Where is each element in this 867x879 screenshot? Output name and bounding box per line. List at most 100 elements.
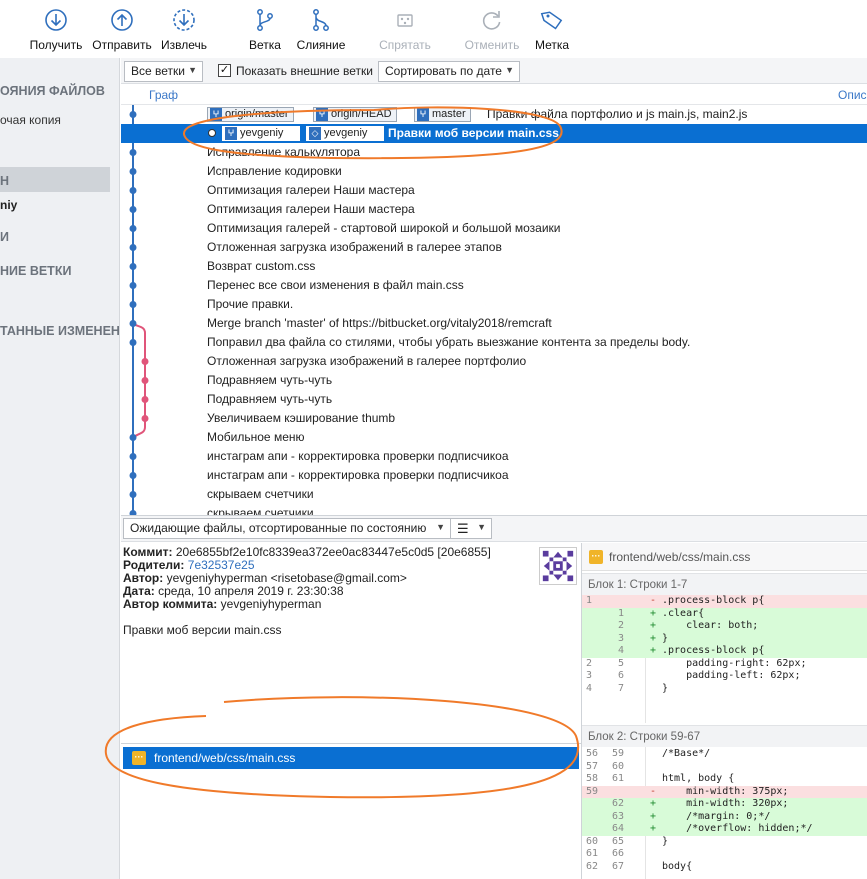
diff-sign: + — [650, 810, 657, 822]
commit-row[interactable]: Прочие правки. — [121, 295, 867, 314]
sidebar-stashes[interactable]: ТАННЫЕ ИЗМЕНЕН — [0, 324, 119, 338]
commit-details: Коммит: 20e6855bf2e10fc8339ea372ee0ac834… — [121, 543, 581, 743]
diff-new: 59 — [611, 748, 624, 759]
commit-row[interactable]: Мобильное меню — [121, 428, 867, 447]
commit-row[interactable]: Merge branch 'master' of https://bitbuck… — [121, 314, 867, 333]
commit-message: Поправил два файла со стилями, чтобы убр… — [207, 335, 691, 349]
diff-text: /*overflow: hidden;*/ — [662, 823, 813, 834]
diff-text: } — [662, 682, 669, 694]
branch-tag[interactable]: ⵖ yevgeniy — [222, 126, 300, 141]
date-label: Дата: — [123, 584, 155, 598]
tag-icon — [540, 11, 563, 30]
show-remote-checkbox[interactable]: ✓ — [218, 64, 231, 77]
sort-dropdown-value: Сортировать по дате — [385, 64, 502, 78]
diff-new: 60 — [611, 760, 624, 772]
commit-row-selected[interactable]: ⵖ yevgeniy ◇ yevgeniy Правки моб версии ma… — [121, 124, 867, 143]
sidebar-branches[interactable]: H — [0, 174, 9, 188]
commit-hash: 20e6855bf2e10fc8339ea372ee0ac83447e5c0d5… — [175, 545, 491, 559]
commit-row[interactable]: инстаграм апи - корректировка проверки п… — [121, 466, 867, 485]
discard-button[interactable]: Отменить — [462, 8, 522, 52]
diff-old: 57 — [586, 760, 599, 772]
commit-row[interactable]: Исправление кодировки — [121, 162, 867, 181]
diff-sign: + — [650, 823, 657, 834]
diff-text: min-width: 375px; — [662, 785, 789, 797]
commit-row[interactable]: Оптимизация галерей - стартовой широкой … — [121, 219, 867, 238]
pending-files-dropdown[interactable]: Ожидающие файлы, отсортированные по сост… — [123, 518, 451, 539]
commit-row[interactable]: Подравняем чуть-чуть — [121, 371, 867, 390]
sidebar-remote-branches[interactable]: НИЕ ВЕТКИ — [0, 264, 71, 278]
sidebar-item-current-branch[interactable]: niy — [0, 198, 17, 212]
merge-button[interactable]: Слияние — [294, 8, 348, 52]
commit-row[interactable]: Увеличиваем кэширование thumb — [121, 409, 867, 428]
file-row-selected[interactable]: ··· frontend/web/css/main.css — [123, 747, 579, 769]
commit-row[interactable]: ⵖ origin/master ⵖ origin/HEAD ⵖ master Прав… — [121, 105, 867, 124]
diff-line: 4 + .process-block p{ — [582, 645, 867, 658]
commit-row[interactable]: Перенес все свои изменения в файл main.c… — [121, 276, 867, 295]
branch-tag[interactable]: ⵖ origin/master — [207, 107, 294, 122]
diff-text: .process-block p{ — [662, 595, 765, 606]
commit-row[interactable]: скрываем счетчики — [121, 485, 867, 504]
tag-button[interactable]: Метка — [532, 8, 572, 52]
changed-files-list: ··· frontend/web/css/main.css — [121, 743, 581, 879]
diff-new: 1 — [617, 607, 624, 619]
commit-row[interactable]: скрываем счетчики — [121, 504, 867, 515]
diff-line: 56 59 /*Base*/ — [582, 748, 867, 761]
tag-label: yevgeniy — [240, 127, 284, 139]
diff-text: clear: both; — [662, 620, 759, 631]
author-value: yevgeniyhyperman <risetobase@gmail.com> — [166, 571, 407, 585]
remote-tag[interactable]: ◇ yevgeniy — [306, 126, 384, 141]
view-options-dropdown[interactable]: ☰ ▼ — [450, 518, 492, 539]
branch-button[interactable]: Ветка — [246, 8, 284, 52]
parents-label: Родители: — [123, 558, 185, 572]
commit-row[interactable]: Оптимизация галереи Наши мастера — [121, 200, 867, 219]
diff-text: } — [662, 835, 669, 847]
commit-row[interactable]: Отложенная загрузка изображений в галере… — [121, 352, 867, 371]
commit-row[interactable]: Подравняем чуть-чуть — [121, 390, 867, 409]
commit-row[interactable]: инстаграм апи - корректировка проверки п… — [121, 447, 867, 466]
diff-new: 3 — [617, 632, 624, 644]
commit-message: Оптимизация галереи Наши мастера — [207, 202, 415, 216]
diff-sign: + — [650, 798, 657, 809]
commit-row[interactable]: Исправление калькулятора — [121, 143, 867, 162]
push-button[interactable]: Отправить — [92, 8, 152, 52]
stash-button[interactable]: Спрятать — [376, 8, 434, 52]
branch-icon — [257, 9, 273, 31]
diff-line: 58 61 html, body { — [582, 773, 867, 786]
commit-message: Исправление калькулятора — [207, 145, 361, 159]
sidebar-selection — [0, 167, 110, 192]
branches-dropdown[interactable]: Все ветки ▼ — [124, 61, 203, 82]
commit-list: ⵖ origin/master ⵖ origin/HEAD ⵖ master Прав… — [121, 105, 867, 515]
branch-tag[interactable]: ⵖ master — [414, 107, 471, 122]
diff-text: padding-right: 62px; — [662, 657, 807, 669]
sidebar-file-status[interactable]: ОЯНИЯ ФАЙЛОВ — [0, 84, 105, 98]
avatar — [539, 547, 577, 585]
diff-line: 3 6 padding-left: 62px; — [582, 670, 867, 683]
graph-column-header[interactable]: Граф — [149, 88, 178, 102]
tag-label: Метка — [534, 38, 570, 52]
branch-icon: ⵖ — [316, 108, 328, 121]
diff-sign: - — [650, 785, 657, 797]
commit-row[interactable]: Возврат custom.css — [121, 257, 867, 276]
head-marker-icon — [208, 129, 216, 137]
filter-bar: Все ветки ▼ ✓ Показать внешние ветки Сор… — [121, 58, 867, 84]
commit-row[interactable]: Отложенная загрузка изображений в галере… — [121, 238, 867, 257]
commit-row[interactable]: Поправил два файла со стилями, чтобы убр… — [121, 333, 867, 352]
branch-tag[interactable]: ⵖ origin/HEAD — [313, 107, 397, 122]
diff-new: 67 — [611, 860, 624, 872]
diff-new: 63 — [611, 810, 624, 822]
commit-message: Увеличиваем кэширование thumb — [207, 411, 396, 425]
parent-link[interactable]: 7e32537e25 — [188, 558, 255, 572]
pull-button[interactable]: Получить — [28, 8, 84, 52]
commit-row[interactable]: Оптимизация галереи Наши мастера — [121, 181, 867, 200]
commit-message: Оптимизация галереи Наши мастера — [207, 183, 415, 197]
diff-old: 3 — [586, 670, 593, 681]
diff-sign: + — [650, 632, 657, 644]
sidebar-tags[interactable]: И — [0, 230, 9, 244]
commit-message: скрываем счетчики — [207, 506, 314, 515]
description-column-header[interactable]: Опис — [838, 88, 867, 102]
graph-header: Граф Опис — [121, 85, 867, 105]
sidebar-item-working-copy[interactable]: очая копия — [0, 113, 61, 127]
sort-dropdown[interactable]: Сортировать по дате ▼ — [378, 61, 520, 82]
committer-line: Автор коммита: yevgeniyhyperman — [123, 597, 321, 611]
fetch-button[interactable]: Извлечь — [158, 8, 210, 52]
